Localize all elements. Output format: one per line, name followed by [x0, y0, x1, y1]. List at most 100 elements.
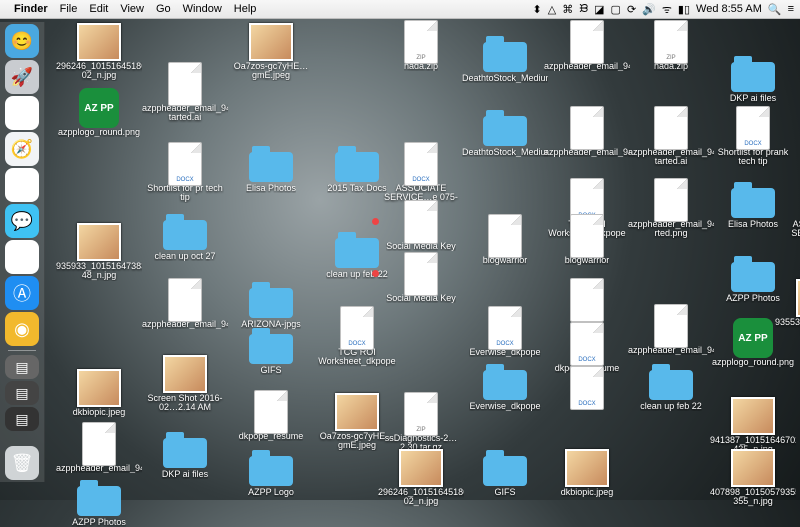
image-icon	[335, 394, 379, 430]
file-icon	[565, 218, 609, 254]
tag-red-icon	[372, 218, 379, 225]
desktop-item[interactable]: AZPP Logo	[232, 450, 310, 497]
dock: 😊🚀✿🧭▦💬♫Ⓐ◉▤▤▤🗑	[0, 22, 45, 482]
dropbox-icon[interactable]: ⬍	[533, 3, 542, 16]
docx-icon	[565, 326, 609, 362]
desktop-item[interactable]: Shortlist for pr tech tip	[146, 146, 224, 203]
desktop-item[interactable]: Elisa Photos	[714, 182, 792, 229]
menu-window[interactable]: Window	[183, 3, 222, 15]
desktop-item[interactable]: 935933_10151647383601…48_n.jpg	[60, 224, 138, 281]
desktop-item[interactable]: clean up feb 22	[632, 364, 710, 411]
desktop-item[interactable]: azppheader_email_940pix…tarted.ai	[146, 66, 224, 123]
image-icon	[249, 24, 293, 60]
cloud-icon[interactable]: △	[548, 3, 556, 16]
desktop-item[interactable]: 296246_10151645186214…02_n.jpg	[382, 450, 460, 507]
desktop-item[interactable]: GIFS	[232, 328, 310, 375]
desktop-item[interactable]: DKP ai files	[146, 432, 224, 479]
desktop-item[interactable]: Oa7zos-gc7yHE…gmE.jpeg	[232, 24, 310, 81]
dock-stack2[interactable]: ▤	[5, 381, 39, 405]
desktop-item-label: azppheader_email_940pix…tarted.ai	[142, 104, 228, 123]
desktop-item[interactable]: azppheader_email_940pixwide.ai	[146, 282, 224, 329]
desktop-item[interactable]	[548, 370, 626, 408]
desktop-item[interactable]: AZ PPazpplogo_round.png	[60, 90, 138, 137]
desktop-item[interactable]: clean up oct 27	[146, 214, 224, 261]
butterfly-icon[interactable]: ᙖ	[579, 3, 588, 16]
desktop-item[interactable]: azppheader_email_940pixwide.ai	[632, 308, 710, 355]
battery-icon[interactable]: ▮▯	[678, 3, 690, 16]
desktop-item[interactable]: dkbiopic.jpeg	[60, 370, 138, 417]
desktop-item[interactable]: Social Media Key	[382, 256, 460, 303]
docx-icon	[399, 146, 443, 182]
folder-icon	[483, 364, 527, 400]
desktop-item[interactable]: azppheader_email_940pixw…tarted.ai	[632, 110, 710, 167]
dock-photos[interactable]: ✿	[5, 96, 39, 130]
volume-icon[interactable]: 🔊	[642, 3, 656, 16]
clock[interactable]: Wed 8:55 AM	[696, 3, 762, 15]
dock-grid[interactable]: ▦	[5, 168, 39, 202]
desktop-item[interactable]: DeathtoStock_Medium	[466, 110, 544, 157]
menu-view[interactable]: View	[120, 3, 144, 15]
file-icon	[565, 110, 609, 146]
desktop-item[interactable]: azppheader_email_940pixwide.png	[60, 426, 138, 473]
desktop-item[interactable]: Social Media Key	[382, 204, 460, 251]
desktop-item[interactable]: AZPP Photos	[60, 480, 138, 527]
desktop-item-label: azppheader_email_940pixw…rted.png	[628, 220, 714, 239]
desktop-item[interactable]: Shortlist for prank tech tip	[714, 110, 792, 167]
desktop[interactable]: 296246_10151645186214…02_n.jpg AZ PPazppl…	[42, 18, 800, 500]
menu-edit[interactable]: Edit	[89, 3, 108, 15]
dock-appstore[interactable]: Ⓐ	[5, 276, 39, 310]
desktop-item[interactable]: Everwise_dkpope	[466, 364, 544, 411]
dock-launchpad[interactable]: 🚀	[5, 60, 39, 94]
creative-cloud-icon[interactable]: ⌘	[562, 3, 573, 16]
desktop-item[interactable]: azppheader_email_940pixw…rted.png	[632, 182, 710, 239]
dock-safari[interactable]: 🧭	[5, 132, 39, 166]
dock-stack1[interactable]: ▤	[5, 355, 39, 379]
folder-icon	[483, 36, 527, 72]
desktop-item[interactable]: dkpope_resume	[232, 394, 310, 441]
dock-trash[interactable]: 🗑	[5, 446, 39, 480]
notifications-icon[interactable]: ≡	[788, 3, 794, 15]
dock-messages[interactable]: 💬	[5, 204, 39, 238]
desktop-item[interactable]: 407898_10150579355381…355_n.jpg	[714, 450, 792, 507]
refresh-icon[interactable]: ⟳	[627, 3, 636, 16]
desktop-item[interactable]: DKP ai files	[714, 56, 792, 103]
desktop-item[interactable]: TCG ROI Worksheet_dkpope	[318, 310, 396, 367]
menu-file[interactable]: File	[60, 3, 78, 15]
desktop-item[interactable]: DeathtoStock_Medium	[466, 36, 544, 83]
dock-itunes[interactable]: ♫	[5, 240, 39, 274]
desktop-item[interactable]: nada.zip	[632, 24, 710, 71]
desktop-item[interactable]: Elisa Photos	[232, 146, 310, 193]
desktop-item[interactable]: 296246_10151645186214…02_n.jpg	[60, 24, 138, 81]
folder-icon	[731, 182, 775, 218]
desktop-item[interactable]: azppheader_email_940pixwide.png	[548, 24, 626, 71]
desktop-item[interactable]: blogwarrior	[548, 218, 626, 265]
image-icon	[163, 356, 207, 392]
desktop-item[interactable]: GIFS	[466, 450, 544, 497]
display-icon[interactable]: ▢	[611, 3, 621, 16]
desktop-item[interactable]: ARIZONA-jpgs	[232, 282, 310, 329]
desktop-item[interactable]: Everwise_dkpope	[466, 310, 544, 357]
desktop-item[interactable]	[548, 282, 626, 320]
desktop-item[interactable]: nada.zip	[382, 24, 460, 71]
adobe-icon[interactable]: ◪	[594, 3, 604, 16]
menu-help[interactable]: Help	[234, 3, 257, 15]
desktop-item[interactable]: blogwarrior	[466, 218, 544, 265]
desktop-item[interactable]: ssDiagnostics-2…2.30.tar.gz	[382, 396, 460, 453]
dock-chrome[interactable]: ◉	[5, 312, 39, 346]
desktop-item[interactable]: Screen Shot 2016-02…2.14 AM	[146, 356, 224, 413]
folder-icon	[163, 214, 207, 250]
wifi-icon[interactable]: ᯤ	[662, 2, 672, 17]
dock-stack3[interactable]: ▤	[5, 407, 39, 431]
docx-icon	[565, 370, 609, 406]
desktop-item[interactable]: azppheader_email_940pixwide2.png	[548, 110, 626, 157]
desktop-item[interactable]: 941387_10151646702816…435_n.jpg	[714, 398, 792, 455]
desktop-item[interactable]: dkbiopic.jpeg	[548, 450, 626, 497]
dock-finder[interactable]: 😊	[5, 24, 39, 58]
menubar-app[interactable]: Finder	[14, 3, 48, 15]
spotlight-icon[interactable]: 🔍	[768, 3, 782, 16]
menu-go[interactable]: Go	[156, 3, 171, 15]
image-icon	[796, 280, 800, 316]
desktop-item[interactable]: ASSOCIATE SERVICE…e 075-2	[788, 182, 800, 248]
desktop-item[interactable]: AZPP Photos	[714, 256, 792, 303]
desktop-item[interactable]: 935532_10151598129310…54_n.jpg	[788, 280, 800, 337]
